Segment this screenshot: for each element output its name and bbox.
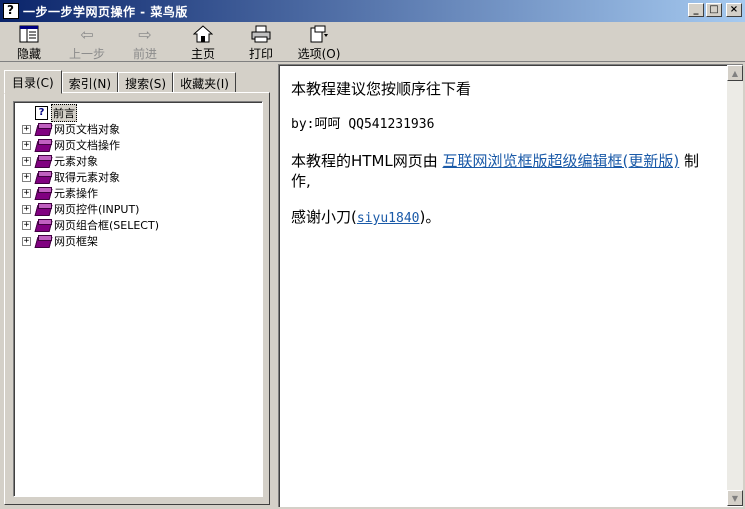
print-label: 打印 (248, 47, 273, 61)
expand-icon[interactable]: + (22, 172, 31, 182)
forward-arrow-icon: ⇨ (138, 24, 152, 44)
forward-button[interactable]: ⇨ 前进 (116, 22, 174, 62)
scroll-down-button[interactable]: ▼ (727, 490, 743, 506)
close-button[interactable]: × (726, 3, 742, 17)
tree-item-get-element[interactable]: + 取得元素对象 (22, 169, 262, 185)
hide-button[interactable]: 隐藏 (0, 22, 58, 62)
hide-pane-icon (18, 24, 40, 44)
options-button[interactable]: 选项(O) (290, 22, 348, 62)
help-page-icon: ? (35, 106, 48, 120)
toolbar: 隐藏 ⇦ 上一步 ⇨ 前进 主页 打印 选项(O) (0, 22, 745, 62)
home-label: 主页 (190, 47, 215, 61)
book-icon (35, 219, 52, 231)
contents-panel: ? 前言 + 网页文档对象 + 网页文档操作 + 元素对象 + 取得元素对象 +… (4, 92, 270, 505)
content-pane: 本教程建议您按顺序往下看 by:呵呵 QQ541231936 本教程的HTML网… (278, 64, 743, 507)
title-bar[interactable]: 一步一步学网页操作 - 菜鸟版 _ □ × (0, 0, 745, 22)
window-title: 一步一步学网页操作 - 菜鸟版 (23, 4, 188, 19)
book-icon (35, 235, 52, 247)
back-label: 上一步 (68, 47, 105, 61)
tab-search[interactable]: 搜索(S) (118, 72, 174, 93)
tree-item-label: 网页文档操作 (54, 139, 120, 152)
scroll-up-button[interactable]: ▲ (727, 65, 743, 81)
navigation-pane: 目录(C) 索引(N) 搜索(S) 收藏夹(I) ? 前言 + 网页文档对象 +… (2, 64, 272, 507)
tree-item-label: 元素对象 (54, 155, 98, 168)
thanks-text: 感谢小刀(siyu1840)。 (291, 208, 441, 226)
expand-icon[interactable]: + (22, 188, 31, 198)
tree-item-label: 网页控件(INPUT) (54, 203, 140, 216)
tree-item-element-object[interactable]: + 元素对象 (22, 153, 262, 169)
expand-icon[interactable]: + (22, 236, 31, 246)
tree-item-label: 前言 (51, 104, 77, 122)
intro-text: 本教程建议您按顺序往下看 (291, 80, 472, 98)
tree-item-label: 取得元素对象 (54, 171, 120, 184)
options-icon (308, 24, 330, 44)
tree-item-document-operations[interactable]: + 网页文档操作 (22, 137, 262, 153)
options-label: 选项(O) (297, 47, 341, 61)
tab-index[interactable]: 索引(N) (61, 72, 119, 93)
minimize-button[interactable]: _ (688, 3, 704, 17)
topic-content: 本教程建议您按顺序往下看 by:呵呵 QQ541231936 本教程的HTML网… (291, 79, 711, 245)
book-icon (35, 171, 52, 183)
back-button[interactable]: ⇦ 上一步 (58, 22, 116, 62)
maximize-button[interactable]: □ (706, 3, 722, 17)
help-app-icon (3, 3, 19, 19)
print-button[interactable]: 打印 (232, 22, 290, 62)
tree-item-select-combobox[interactable]: + 网页组合框(SELECT) (22, 217, 262, 233)
expand-icon[interactable]: + (22, 220, 31, 230)
vertical-scrollbar[interactable]: ▲ ▼ (727, 65, 743, 506)
expand-icon[interactable]: + (22, 140, 31, 150)
editor-link[interactable]: 互联网浏览框版超级编辑框(更新版) (443, 152, 680, 170)
hide-label: 隐藏 (16, 47, 41, 61)
book-icon (35, 203, 52, 215)
expand-icon[interactable]: + (22, 204, 31, 214)
made-with-text: 本教程的HTML网页由 互联网浏览框版超级编辑框(更新版) 制作, (291, 152, 700, 190)
nav-tabs: 目录(C) 索引(N) 搜索(S) 收藏夹(I) (4, 70, 236, 94)
book-icon (35, 123, 52, 135)
tree-item-label: 网页文档对象 (54, 123, 120, 136)
tab-favorites[interactable]: 收藏夹(I) (173, 72, 236, 93)
tree-item-label: 元素操作 (54, 187, 98, 200)
thanks-link[interactable]: siyu1840 (357, 211, 420, 226)
back-arrow-icon: ⇦ (80, 24, 94, 44)
printer-icon (250, 24, 272, 44)
contents-tree[interactable]: ? 前言 + 网页文档对象 + 网页文档操作 + 元素对象 + 取得元素对象 +… (13, 101, 263, 497)
tree-item-label: 网页组合框(SELECT) (54, 219, 159, 232)
book-icon (35, 139, 52, 151)
tree-item-preface[interactable]: ? 前言 (22, 104, 262, 122)
tree-item-document-object[interactable]: + 网页文档对象 (22, 121, 262, 137)
forward-label: 前进 (132, 47, 157, 61)
expand-icon[interactable]: + (22, 124, 31, 134)
tree-item-element-operations[interactable]: + 元素操作 (22, 185, 262, 201)
tab-contents[interactable]: 目录(C) (4, 70, 62, 94)
book-icon (35, 187, 52, 199)
tree-item-frames[interactable]: + 网页框架 (22, 233, 262, 249)
book-icon (35, 155, 52, 167)
home-icon (192, 24, 214, 44)
home-button[interactable]: 主页 (174, 22, 232, 62)
author-line: by:呵呵 QQ541231936 (291, 117, 435, 132)
tree-item-input-controls[interactable]: + 网页控件(INPUT) (22, 201, 262, 217)
tree-item-label: 网页框架 (54, 235, 98, 248)
expand-icon[interactable]: + (22, 156, 31, 166)
